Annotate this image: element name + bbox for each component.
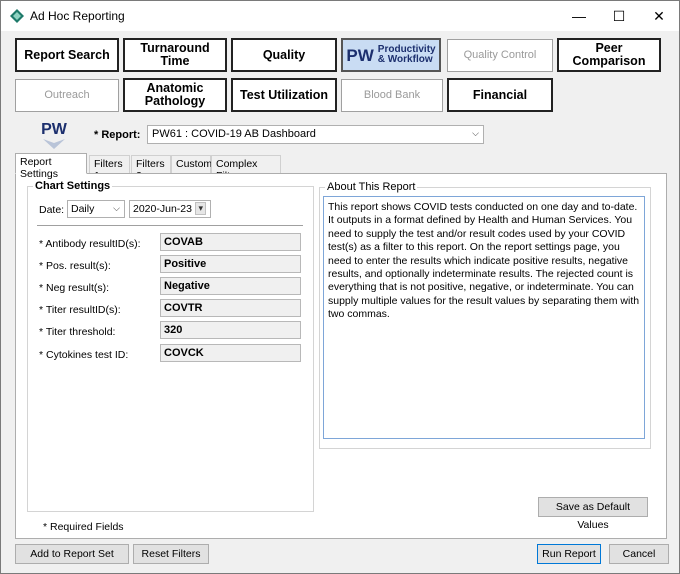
date-value: 2020-Jun-23 bbox=[133, 203, 192, 215]
cancel-button[interactable]: Cancel bbox=[609, 544, 669, 564]
run-report-button[interactable]: Run Report bbox=[537, 544, 601, 564]
tab-filters-1[interactable]: Filters 1 bbox=[89, 155, 130, 182]
anatomic-pathology-label: Anatomic Pathology bbox=[144, 81, 206, 108]
tab-complex-filters[interactable]: Complex Filters bbox=[211, 155, 281, 182]
ad-hoc-reporting-window: Ad Hoc Reporting — ☐ ✕ Report Search Tur… bbox=[0, 0, 680, 574]
minimize-button[interactable]: — bbox=[559, 1, 599, 31]
test-utilization-button[interactable]: Test Utilization bbox=[231, 78, 337, 112]
pw-badge: PW bbox=[346, 45, 374, 65]
report-search-label: Report Search bbox=[24, 47, 110, 62]
quality-button[interactable]: Quality bbox=[231, 38, 337, 72]
productivity-workflow-button[interactable]: PW Productivity & Workflow bbox=[341, 38, 441, 72]
chevron-down-icon: ⌵ bbox=[472, 128, 479, 138]
cytokines-testid-label: * Cytokines test ID: bbox=[39, 349, 129, 361]
pos-result-label: * Pos. result(s): bbox=[39, 260, 111, 272]
date-label: Date: bbox=[39, 204, 65, 216]
date-mode-value: Daily bbox=[71, 203, 95, 215]
outreach-label: Outreach bbox=[44, 89, 90, 101]
about-report-text: This report shows COVID tests conducted … bbox=[323, 196, 645, 439]
date-mode-select[interactable]: Daily ⌵ bbox=[67, 200, 125, 218]
turnaround-time-button[interactable]: Turnaround Time bbox=[123, 38, 227, 72]
titer-threshold-label: * Titer threshold: bbox=[39, 326, 116, 338]
report-label: * Report: bbox=[94, 129, 140, 141]
neg-result-field[interactable]: Negative bbox=[160, 277, 301, 295]
titer-resultid-label: * Titer resultID(s): bbox=[39, 304, 121, 316]
calendar-dropdown-icon[interactable]: ▾ bbox=[195, 202, 206, 215]
required-mark: * bbox=[94, 129, 99, 141]
save-default-values-button[interactable]: Save as Default Values bbox=[538, 497, 648, 531]
divider bbox=[37, 225, 303, 226]
pos-result-field[interactable]: Positive bbox=[160, 255, 301, 273]
required-fields-note: * Required Fields bbox=[43, 521, 124, 533]
peer-comparison-button[interactable]: Peer Comparison bbox=[557, 38, 661, 72]
reset-filters-button[interactable]: Reset Filters bbox=[133, 544, 209, 564]
report-search-button[interactable]: Report Search bbox=[15, 38, 119, 72]
quality-control-label: Quality Control bbox=[463, 49, 537, 61]
tab-custom[interactable]: Custom bbox=[171, 155, 212, 173]
tab-filters-2[interactable]: Filters 2 bbox=[131, 155, 171, 182]
neg-result-label: * Neg result(s): bbox=[39, 282, 110, 294]
titer-threshold-field[interactable]: 320 bbox=[160, 321, 301, 339]
maximize-button[interactable]: ☐ bbox=[599, 1, 639, 31]
report-select-value: PW61 : COVID-19 AB Dashboard bbox=[152, 128, 316, 140]
tab-report-settings[interactable]: Report Settings bbox=[15, 153, 87, 180]
title-bar: Ad Hoc Reporting — ☐ ✕ bbox=[1, 1, 679, 31]
about-report-title: About This Report bbox=[325, 181, 418, 193]
chart-settings-title: Chart Settings bbox=[33, 180, 113, 192]
report-select[interactable]: PW61 : COVID-19 AB Dashboard ⌵ bbox=[147, 125, 484, 144]
close-button[interactable]: ✕ bbox=[639, 1, 679, 31]
productivity-line2: & Workflow bbox=[377, 54, 433, 65]
outreach-button[interactable]: Outreach bbox=[15, 79, 119, 112]
quality-label: Quality bbox=[262, 47, 306, 62]
quality-control-button[interactable]: Quality Control bbox=[447, 39, 553, 72]
turnaround-time-label: Turnaround Time bbox=[140, 41, 210, 68]
peer-comparison-label: Peer Comparison bbox=[572, 41, 646, 68]
window-title: Ad Hoc Reporting bbox=[30, 9, 125, 23]
antibody-resultid-field[interactable]: COVAB bbox=[160, 233, 301, 251]
cytokines-testid-field[interactable]: COVCK bbox=[160, 344, 301, 362]
date-picker[interactable]: 2020-Jun-23 ▾ bbox=[129, 200, 211, 218]
anatomic-pathology-button[interactable]: Anatomic Pathology bbox=[123, 78, 227, 112]
productivity-workflow-label: Productivity & Workflow bbox=[378, 45, 436, 65]
blood-bank-label: Blood Bank bbox=[363, 89, 421, 101]
chevron-down-icon bbox=[43, 139, 65, 149]
titer-resultid-field[interactable]: COVTR bbox=[160, 299, 301, 317]
blood-bank-button[interactable]: Blood Bank bbox=[341, 79, 443, 112]
financial-label: Financial bbox=[472, 87, 528, 102]
chevron-down-icon: ⌵ bbox=[113, 203, 120, 213]
test-utilization-label: Test Utilization bbox=[240, 87, 328, 102]
report-label-text: Report: bbox=[101, 129, 141, 141]
add-to-report-set-button[interactable]: Add to Report Set bbox=[15, 544, 129, 564]
antibody-resultid-label: * Antibody resultID(s): bbox=[39, 238, 141, 250]
financial-button[interactable]: Financial bbox=[447, 78, 553, 112]
app-icon bbox=[10, 9, 24, 23]
